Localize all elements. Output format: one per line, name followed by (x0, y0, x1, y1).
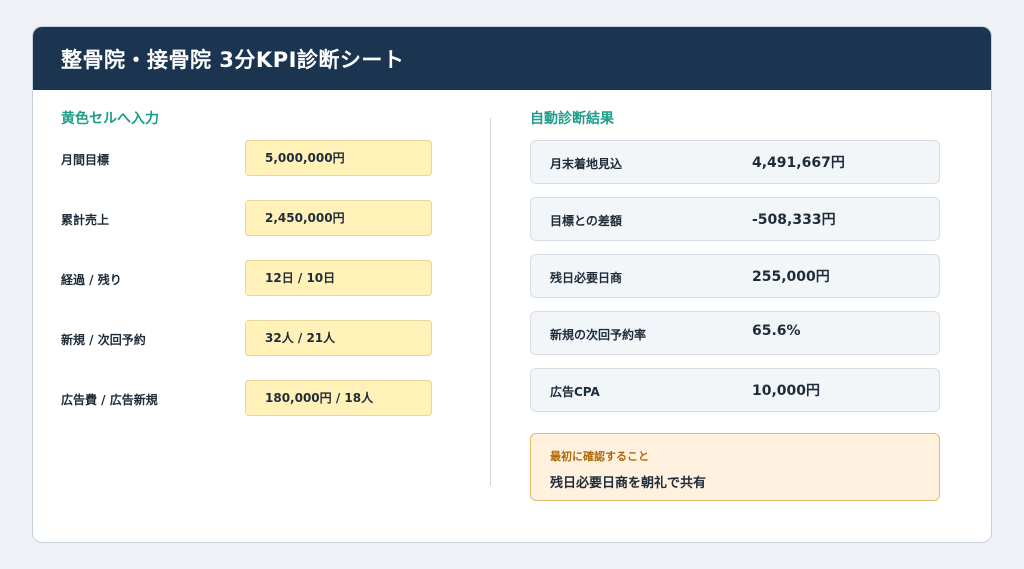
result-label: 新規の次回予約率 (550, 328, 647, 342)
page-title: 整骨院・接骨院 3分KPI診断シート (61, 47, 405, 72)
notice-title: 最初に確認すること (550, 450, 649, 463)
result-row-ad-cpa: 広告CPA 10,000円 (530, 368, 940, 412)
column-divider (490, 118, 491, 486)
result-value: 4,491,667円 (752, 155, 845, 171)
result-row-required-daily: 残日必要日商 255,000円 (530, 254, 940, 298)
result-value: -508,333円 (752, 212, 836, 228)
result-section-title: 自動診断結果 (530, 111, 614, 127)
input-row-elapsed-remaining: 経過 / 残り 12日 / 10日 (33, 260, 473, 298)
result-label: 残日必要日商 (550, 271, 623, 285)
notice-text: 残日必要日商を朝礼で共有 (550, 476, 707, 491)
input-label: 新規 / 次回予約 (61, 333, 146, 347)
ad-cost-new-input[interactable]: 180,000円 / 18人 (245, 380, 432, 416)
result-label: 広告CPA (550, 385, 600, 399)
input-row-cumulative-sales: 累計売上 2,450,000円 (33, 200, 473, 238)
result-row-booking-rate: 新規の次回予約率 65.6% (530, 311, 940, 355)
sheet-header: 整骨院・接骨院 3分KPI診断シート (33, 27, 991, 90)
input-label: 累計売上 (61, 213, 110, 227)
elapsed-remaining-input[interactable]: 12日 / 10日 (245, 260, 432, 296)
input-section-title: 黄色セルへ入力 (61, 111, 159, 127)
input-label: 月間目標 (61, 153, 110, 167)
result-value: 65.6% (752, 323, 801, 339)
result-label: 目標との差額 (550, 214, 622, 228)
cumulative-sales-input[interactable]: 2,450,000円 (245, 200, 432, 236)
result-value: 10,000円 (752, 383, 821, 399)
result-value: 255,000円 (752, 269, 830, 285)
new-next-booking-input[interactable]: 32人 / 21人 (245, 320, 432, 356)
first-check-notice: 最初に確認すること 残日必要日商を朝礼で共有 (530, 433, 940, 501)
input-row-ad-cost-new: 広告費 / 広告新規 180,000円 / 18人 (33, 380, 473, 418)
input-row-new-next-booking: 新規 / 次回予約 32人 / 21人 (33, 320, 473, 358)
result-row-forecast: 月末着地見込 4,491,667円 (530, 140, 940, 184)
input-label: 広告費 / 広告新規 (61, 393, 158, 407)
kpi-sheet-card: 整骨院・接骨院 3分KPI診断シート 黄色セルへ入力 自動診断結果 月間目標 5… (32, 26, 992, 543)
result-row-gap: 目標との差額 -508,333円 (530, 197, 940, 241)
monthly-target-input[interactable]: 5,000,000円 (245, 140, 432, 176)
input-label: 経過 / 残り (61, 273, 122, 287)
result-label: 月末着地見込 (550, 157, 623, 171)
input-row-monthly-target: 月間目標 5,000,000円 (33, 140, 473, 178)
